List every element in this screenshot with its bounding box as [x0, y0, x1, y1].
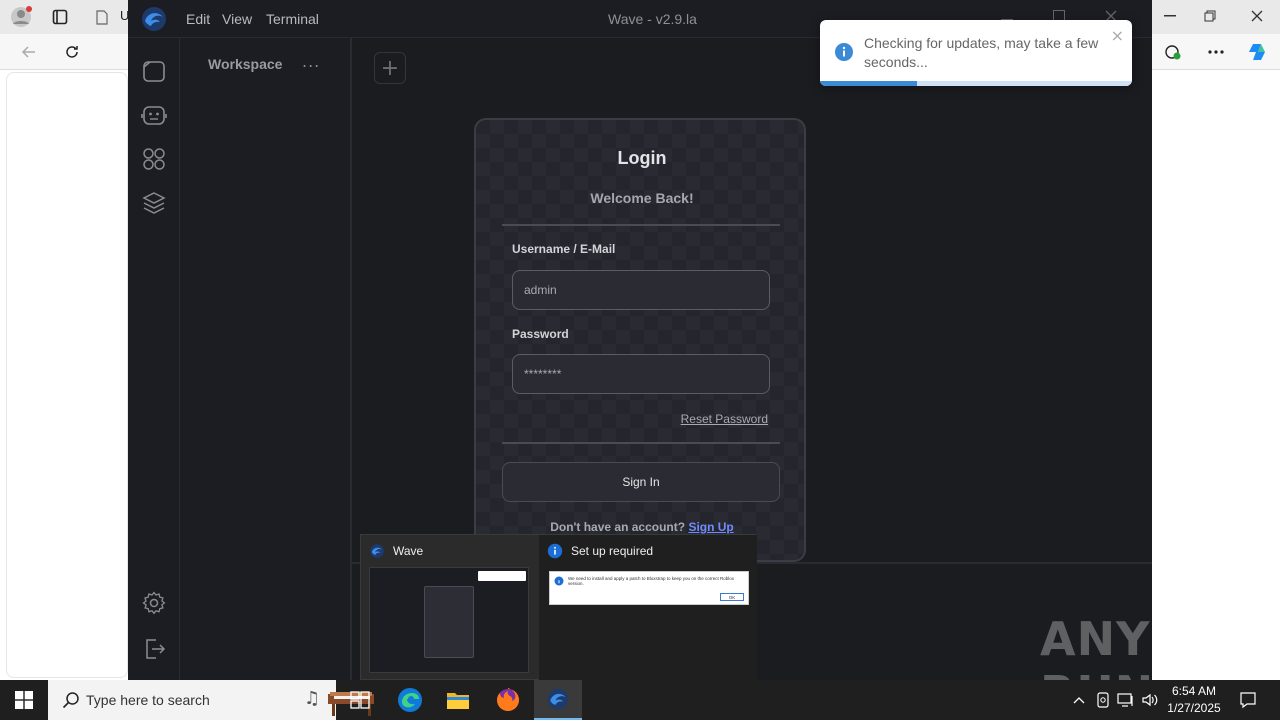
update-toast: Checking for updates, may take a few sec…: [820, 20, 1132, 86]
bot-icon[interactable]: [141, 102, 167, 128]
back-icon[interactable]: [18, 41, 40, 63]
login-subtitle: Welcome Back!: [590, 190, 694, 206]
mini-toast: [478, 571, 526, 581]
page-icon: [94, 7, 110, 27]
thumbnail-setup-label: Set up required: [571, 544, 654, 558]
edge-icon: [398, 688, 422, 712]
firefox-icon: [497, 688, 519, 711]
signup-row: Don't have an account? Sign Up: [476, 520, 804, 534]
taskbar-search-input[interactable]: [86, 680, 256, 720]
refresh-icon[interactable]: [61, 41, 83, 63]
login-title: Login: [617, 148, 667, 168]
menu-edit[interactable]: Edit: [186, 11, 210, 27]
workspace-title: Workspace: [208, 56, 283, 72]
clock-time: 6:54 AM: [1171, 684, 1217, 698]
volume-icon[interactable]: [1140, 680, 1160, 720]
app-title: Wave - v2.9.la: [608, 11, 697, 27]
tab-actions-icon[interactable]: [50, 7, 70, 27]
wave-taskbar-icon: [547, 688, 569, 710]
more-icon[interactable]: [1205, 41, 1227, 63]
app-sidebar: [128, 38, 180, 680]
username-label: Username / E-Mail: [512, 242, 616, 256]
browser-page-panel: [6, 72, 128, 678]
login-card: Login Welcome Back! Username / E-Mail Pa…: [474, 118, 806, 562]
menu-view[interactable]: View: [222, 11, 252, 27]
apps-grid-icon[interactable]: [141, 146, 167, 172]
start-button[interactable]: [0, 680, 48, 720]
thumbnail-wave[interactable]: Wave: [361, 535, 557, 681]
wave-logo-icon: [140, 5, 168, 33]
logout-icon[interactable]: [141, 636, 167, 662]
layers-icon[interactable]: [141, 190, 167, 216]
task-view-button[interactable]: [336, 680, 384, 720]
info-icon: [834, 42, 854, 62]
desktop: U Edit View Terminal Wave - v2.9.la Work…: [0, 0, 1280, 720]
taskbar-wave[interactable]: [534, 680, 582, 720]
wave-thumb-icon: [370, 544, 384, 558]
minimize-icon[interactable]: [1160, 6, 1180, 26]
settings-gear-icon[interactable]: [141, 590, 167, 616]
setup-info-icon: [547, 543, 563, 559]
username-input[interactable]: [512, 270, 770, 310]
extensions-icon[interactable]: [1162, 41, 1184, 63]
menu-terminal[interactable]: Terminal: [266, 11, 319, 27]
toast-progress-bar: [820, 81, 917, 86]
task-view-icon: [350, 691, 370, 709]
thumbnail-setup[interactable]: Set up required We need to install and a…: [539, 535, 757, 681]
toast-close-icon[interactable]: ×: [1111, 26, 1124, 45]
sign-in-button[interactable]: Sign In: [502, 462, 780, 502]
taskbar-firefox[interactable]: [484, 680, 532, 720]
workspace-panel: Workspace ...: [180, 38, 352, 680]
folder-icon: [447, 693, 469, 709]
setup-dialog-message: We need to install and apply a patch to …: [568, 576, 735, 586]
svg-text:♫: ♫: [304, 688, 320, 709]
clock-date: 1/27/2025: [1167, 701, 1221, 715]
notification-center-icon[interactable]: [1236, 680, 1260, 720]
network-icon[interactable]: [1116, 680, 1136, 720]
taskbar-clock[interactable]: 6:54 AM 1/27/2025: [1164, 683, 1224, 717]
setup-dialog-info-icon: [554, 576, 564, 586]
windows-logo-icon: [15, 691, 33, 709]
login-divider-bottom: [502, 442, 780, 444]
tray-device-icon[interactable]: [1094, 680, 1112, 720]
login-divider-top: [502, 224, 780, 226]
profile-icon[interactable]: [8, 5, 34, 29]
setup-dialog-preview: We need to install and apply a patch to …: [549, 571, 749, 605]
taskbar-search-box[interactable]: ♫: [48, 680, 374, 720]
toast-message: Checking for updates, may take a few sec…: [864, 35, 1099, 70]
taskbar-file-explorer[interactable]: [434, 680, 482, 720]
taskbar-edge[interactable]: [386, 680, 434, 720]
restore-icon[interactable]: [1200, 6, 1220, 26]
thumbnail-wave-preview: [369, 567, 529, 673]
close-icon[interactable]: [1247, 6, 1267, 26]
taskbar-thumbnail-popup: Wave Set up required We need to install …: [360, 534, 757, 681]
mini-login-card: [424, 586, 474, 658]
copilot-icon[interactable]: [1246, 40, 1270, 64]
password-input[interactable]: [512, 354, 770, 394]
tray-overflow-chevron-icon[interactable]: [1070, 680, 1088, 720]
search-icon: [62, 692, 79, 709]
workspace-more-button[interactable]: ...: [302, 52, 320, 71]
no-account-text: Don't have an account?: [550, 520, 686, 534]
new-tab-button[interactable]: +: [374, 52, 406, 84]
windows-taskbar: ♫: [0, 680, 1280, 720]
password-label: Password: [512, 327, 569, 341]
setup-dialog-ok: OK: [720, 593, 744, 601]
toast-progress-track: [820, 81, 1132, 86]
thumbnail-wave-label: Wave: [393, 544, 424, 558]
sign-up-link[interactable]: Sign Up: [688, 520, 733, 534]
reset-password-link[interactable]: Reset Password: [681, 412, 768, 426]
files-icon[interactable]: [141, 58, 167, 84]
